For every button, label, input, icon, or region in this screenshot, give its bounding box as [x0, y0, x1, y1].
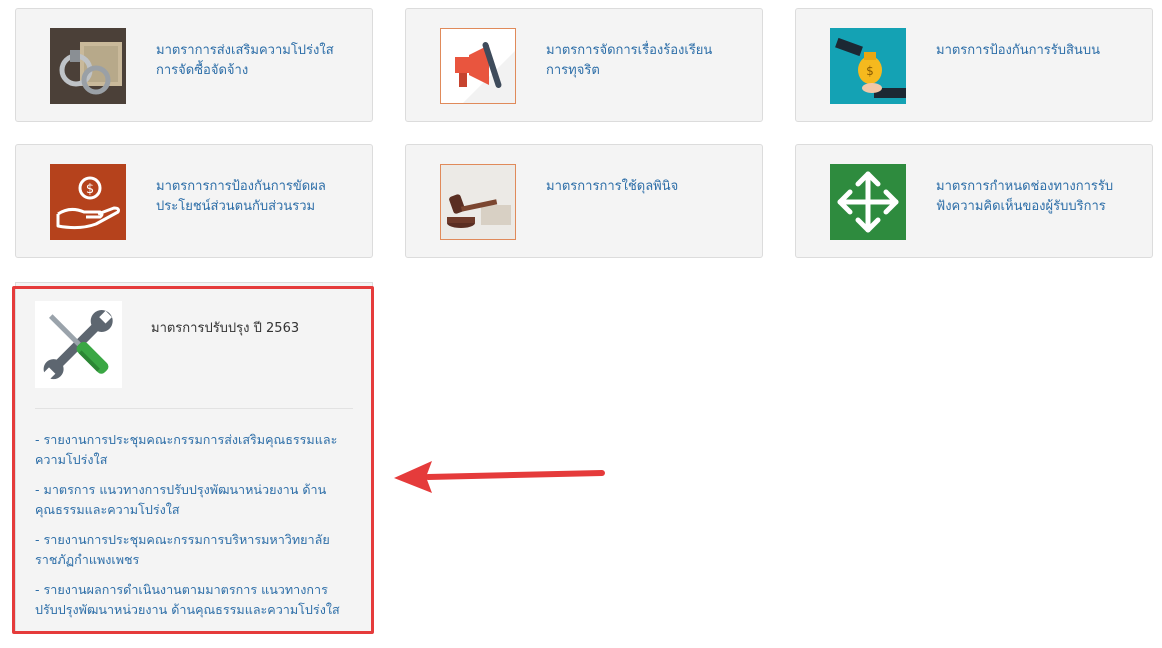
- card-complaint-handling[interactable]: มาตรการจัดการเรื่องร้องเรียน การทุจริต: [405, 8, 763, 122]
- card-improvement-2563: มาตรการปรับปรุง ปี 2563 - รายงานการประชุ…: [15, 282, 373, 634]
- svg-text:$: $: [86, 182, 94, 197]
- card-title[interactable]: มาตรการการใช้ดุลพินิจ: [546, 177, 742, 197]
- featured-title: มาตรการปรับปรุง ปี 2563: [151, 321, 300, 336]
- featured-link-list: - รายงานการประชุมคณะกรรมการส่งเสริมคุณธร…: [35, 430, 353, 630]
- card-feedback-channels[interactable]: มาตรการกำหนดช่องทางการรับ ฟังความคิดเห็น…: [795, 144, 1153, 258]
- bribe-money-bag-icon: $: [830, 28, 906, 104]
- card-conflict-of-interest[interactable]: $ มาตรการการป้องกันการขัดผล ประโยชน์ส่วน…: [15, 144, 373, 258]
- card-title[interactable]: มาตรการการป้องกันการขัดผล ประโยชน์ส่วนตน…: [156, 177, 352, 217]
- card-title[interactable]: มาตราการส่งเสริมความโปร่งใส การจัดซื้อจั…: [156, 41, 352, 81]
- list-item[interactable]: - รายงานการประชุมคณะกรรมการส่งเสริมคุณธร…: [35, 430, 353, 470]
- red-arrow-annotation: [392, 455, 612, 503]
- handcuffs-money-icon: [50, 28, 126, 104]
- gavel-icon: [440, 164, 516, 240]
- card-title[interactable]: มาตรการป้องกันการรับสินบน: [936, 41, 1132, 61]
- hand-coin-icon: $: [50, 164, 126, 240]
- wrench-screwdriver-icon: [35, 301, 122, 388]
- megaphone-icon: [440, 28, 516, 104]
- list-item[interactable]: - รายงานการประชุมคณะกรรมการบริหารมหาวิทย…: [35, 530, 353, 570]
- four-way-arrows-icon: [830, 164, 906, 240]
- card-title[interactable]: มาตรการกำหนดช่องทางการรับ ฟังความคิดเห็น…: [936, 177, 1132, 217]
- card-title[interactable]: มาตรการจัดการเรื่องร้องเรียน การทุจริต: [546, 41, 742, 81]
- svg-text:$: $: [866, 64, 874, 78]
- card-procurement-transparency[interactable]: มาตราการส่งเสริมความโปร่งใส การจัดซื้อจั…: [15, 8, 373, 122]
- list-item[interactable]: - รายงานผลการดำเนินงานตามมาตรการ แนวทางก…: [35, 580, 353, 620]
- divider: [35, 408, 353, 409]
- list-item[interactable]: - มาตรการ แนวทางการปรับปรุงพัฒนาหน่วยงาน…: [35, 480, 353, 520]
- card-discretion-use[interactable]: มาตรการการใช้ดุลพินิจ: [405, 144, 763, 258]
- card-bribery-prevention[interactable]: $ มาตรการป้องกันการรับสินบน: [795, 8, 1153, 122]
